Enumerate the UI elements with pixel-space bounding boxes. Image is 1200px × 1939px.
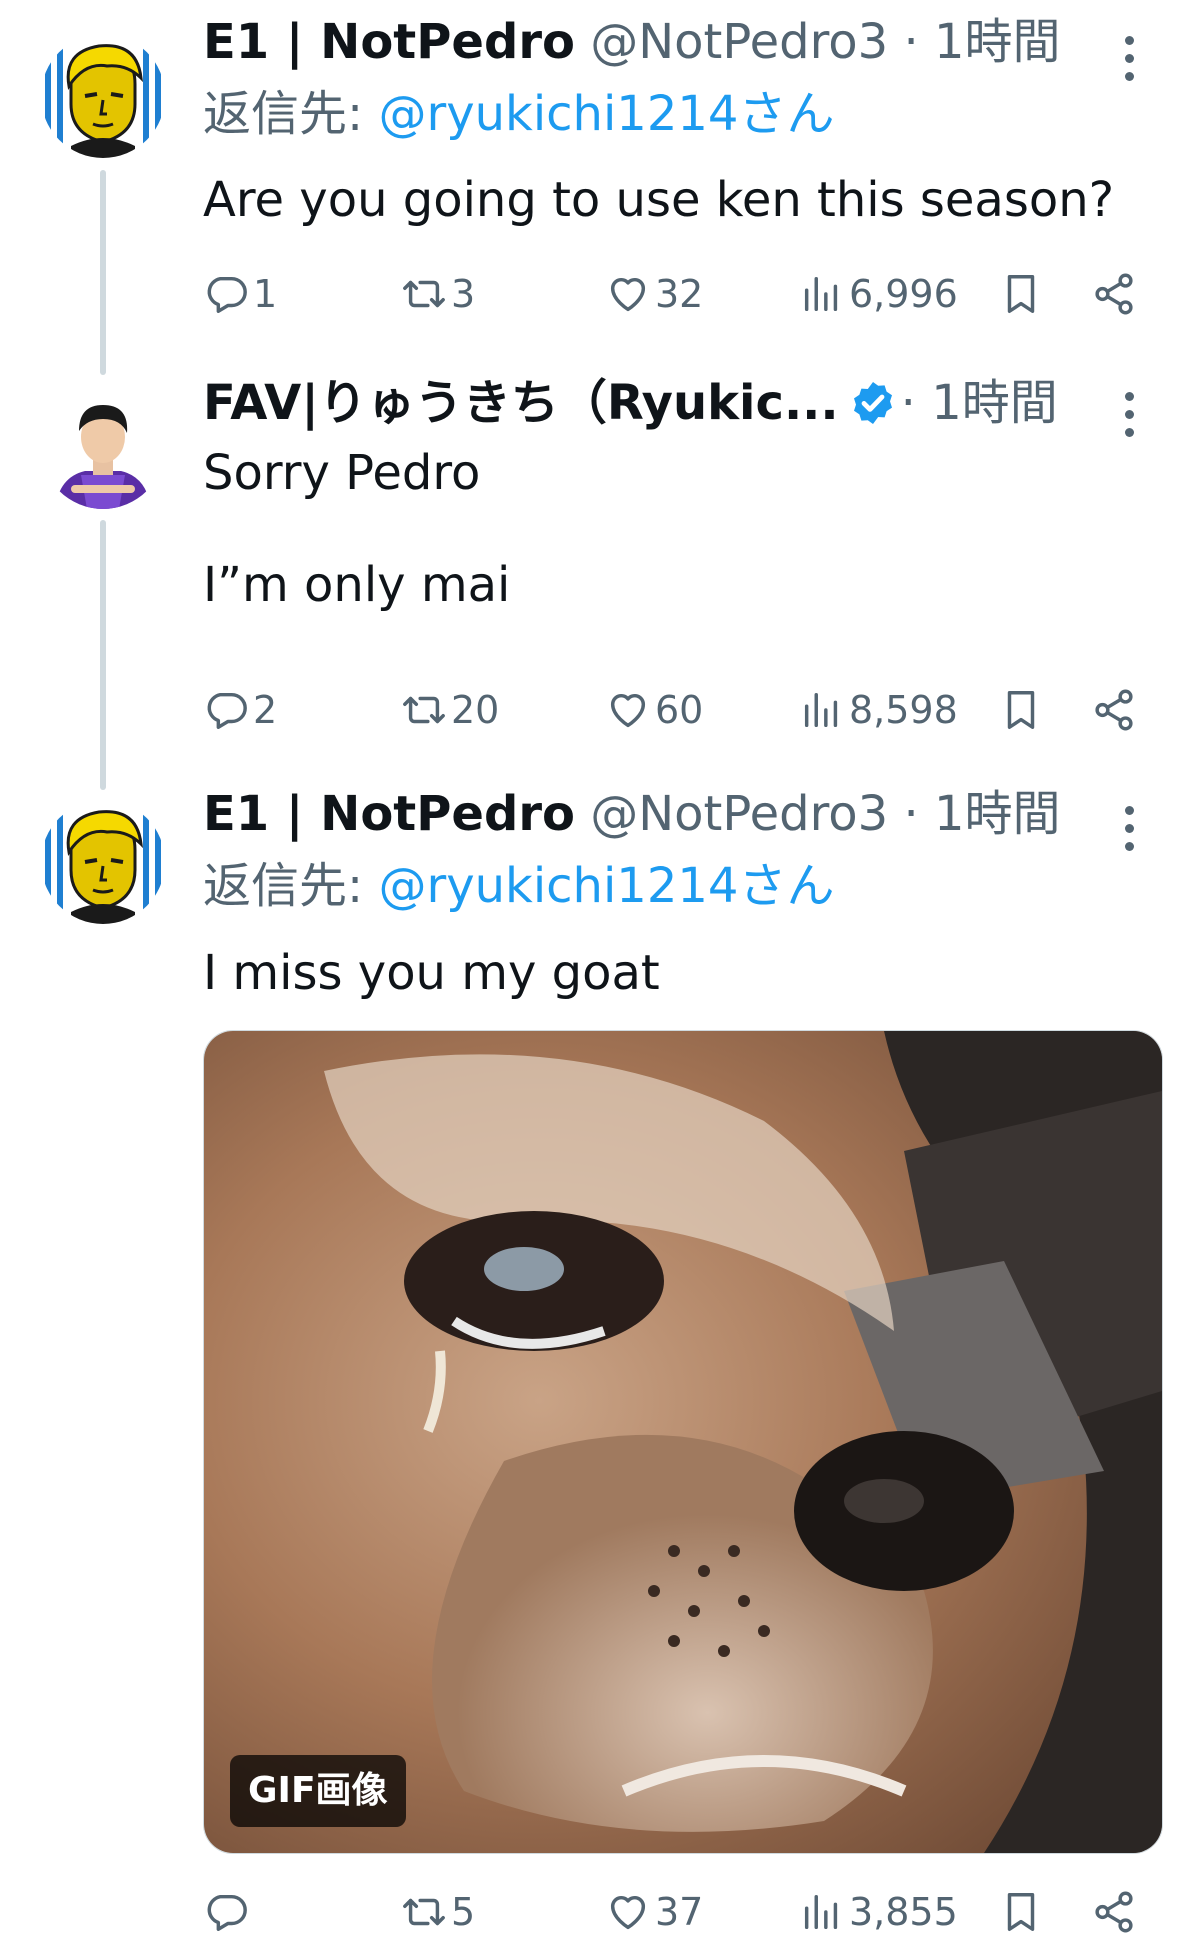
- thread-line: [100, 170, 106, 375]
- mention-suffix: さん: [738, 86, 835, 142]
- bookmark-button[interactable]: [998, 269, 1044, 319]
- like-button[interactable]: 32: [605, 269, 703, 319]
- reply-button[interactable]: [203, 1887, 253, 1937]
- timestamp[interactable]: 1時間: [934, 786, 1061, 842]
- avatar-illustrated[interactable]: [41, 800, 165, 924]
- share-icon: [1095, 689, 1133, 731]
- like-count: 37: [655, 1890, 704, 1934]
- action-bar: 2 20 60 8,598: [203, 685, 1143, 735]
- reply-button[interactable]: 2: [203, 685, 277, 735]
- bookmark-button[interactable]: [998, 685, 1044, 735]
- gif-media[interactable]: GIF画像: [203, 1030, 1163, 1854]
- more-options-icon[interactable]: [1122, 806, 1136, 860]
- user-handle[interactable]: @NotPedro3: [590, 14, 888, 70]
- thread-line: [100, 520, 106, 790]
- user-handle[interactable]: @NotPedro3: [590, 786, 888, 842]
- heart-icon: [610, 693, 646, 728]
- separator-dot: ·: [900, 375, 916, 431]
- retweet-icon: [403, 1898, 445, 1926]
- more-options-icon[interactable]: [1122, 392, 1136, 446]
- mention-handle[interactable]: @ryukichi1214: [378, 86, 738, 142]
- reply-count: 2: [253, 688, 278, 732]
- tweet-text: I miss you my goat: [203, 945, 660, 1001]
- views-count: 8,598: [849, 688, 958, 732]
- separator-dot: ·: [903, 14, 919, 70]
- bookmark-icon: [1007, 691, 1035, 729]
- views-count: 3,855: [849, 1890, 958, 1934]
- reply-button[interactable]: 1: [203, 269, 277, 319]
- mention-suffix: さん: [738, 858, 835, 914]
- separator-dot: ·: [903, 786, 919, 842]
- retweet-count: 20: [451, 688, 500, 732]
- retweet-button[interactable]: 3: [401, 269, 475, 319]
- views-button[interactable]: 6,996: [799, 269, 958, 319]
- tweet-header: E1 | NotPedro @NotPedro3 · 1時間: [203, 786, 1061, 842]
- verified-badge-icon: [853, 382, 892, 424]
- tweet-header: E1 | NotPedro @NotPedro3 · 1時間: [203, 14, 1061, 70]
- tweet-text: Are you going to use ken this season?: [203, 172, 1115, 228]
- reply-icon: [207, 1894, 247, 1931]
- bookmark-icon: [1007, 275, 1035, 313]
- display-name[interactable]: FAV|りゅうきち（Ryukic...: [203, 375, 839, 431]
- reply-to-mention[interactable]: @ryukichi1214さん: [378, 86, 834, 142]
- reply-icon: [207, 692, 247, 729]
- like-count: 60: [655, 688, 704, 732]
- retweet-count: 3: [451, 272, 476, 316]
- like-button[interactable]: 60: [605, 685, 703, 735]
- action-bar: 5 37 3,855: [203, 1887, 1143, 1937]
- mention-handle[interactable]: @ryukichi1214: [378, 858, 738, 914]
- bookmark-button[interactable]: [998, 1887, 1044, 1937]
- retweet-button[interactable]: 5: [401, 1887, 475, 1937]
- reply-to-label: 返信先:: [203, 858, 364, 914]
- reply-to-mention[interactable]: @ryukichi1214さん: [378, 858, 834, 914]
- action-bar: 1 3 32 6,996: [203, 269, 1143, 319]
- timestamp[interactable]: 1時間: [931, 375, 1058, 431]
- reply-count: 1: [253, 272, 278, 316]
- views-chart-icon: [804, 692, 838, 728]
- heart-icon: [610, 1895, 646, 1930]
- retweet-icon: [403, 696, 445, 724]
- avatar-illustrated[interactable]: [41, 34, 165, 158]
- share-icon: [1095, 1891, 1133, 1933]
- share-button[interactable]: [1091, 1887, 1137, 1937]
- views-chart-icon: [804, 1894, 838, 1930]
- tweet-text: Sorry Pedro I”m only mai: [203, 445, 511, 613]
- views-button[interactable]: 3,855: [799, 1887, 958, 1937]
- player-photo-avatar-icon: [41, 385, 165, 509]
- crying-dog-gif-image: [204, 1031, 1162, 1853]
- share-button[interactable]: [1091, 685, 1137, 735]
- tweet-header: FAV|りゅうきち（Ryukic... · 1時間: [203, 375, 1058, 431]
- avatar-player[interactable]: [41, 385, 165, 509]
- share-icon: [1095, 273, 1133, 315]
- like-count: 32: [655, 272, 704, 316]
- views-chart-icon: [804, 276, 838, 312]
- timestamp[interactable]: 1時間: [934, 14, 1061, 70]
- display-name[interactable]: E1 | NotPedro: [203, 14, 575, 70]
- gif-badge: GIF画像: [230, 1755, 406, 1827]
- like-button[interactable]: 37: [605, 1887, 703, 1937]
- share-button[interactable]: [1091, 269, 1137, 319]
- views-button[interactable]: 8,598: [799, 685, 958, 735]
- heart-icon: [610, 277, 646, 312]
- reply-to-label: 返信先:: [203, 86, 364, 142]
- display-name[interactable]: E1 | NotPedro: [203, 786, 575, 842]
- retweet-button[interactable]: 20: [401, 685, 499, 735]
- reply-to-line: 返信先: @ryukichi1214さん: [203, 858, 834, 914]
- retweet-count: 5: [451, 1890, 476, 1934]
- illustrated-avatar-icon: [41, 800, 165, 924]
- illustrated-avatar-icon: [41, 34, 165, 158]
- bookmark-icon: [1007, 1893, 1035, 1931]
- reply-to-line: 返信先: @ryukichi1214さん: [203, 86, 834, 142]
- reply-icon: [207, 276, 247, 313]
- retweet-icon: [403, 280, 445, 308]
- more-options-icon[interactable]: [1122, 36, 1136, 90]
- views-count: 6,996: [849, 272, 958, 316]
